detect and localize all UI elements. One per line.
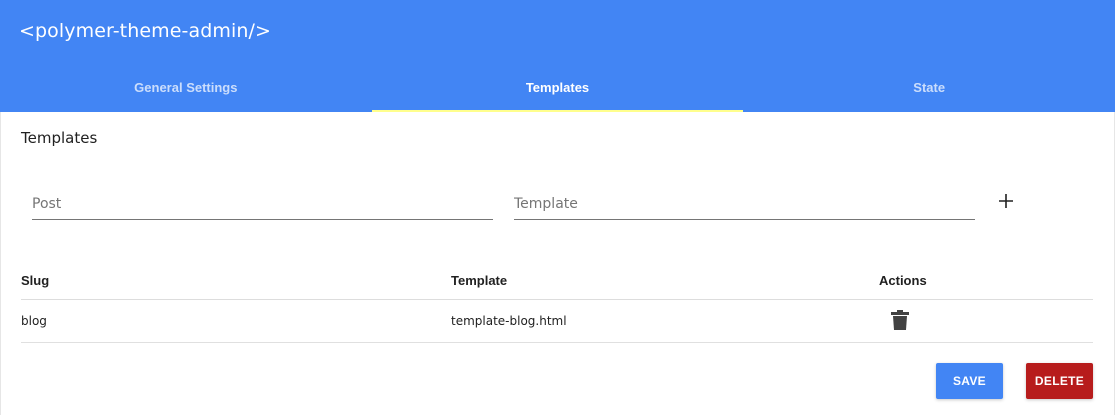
tab-bar: General Settings Templates State <box>0 62 1115 112</box>
column-header-actions: Actions <box>879 273 927 288</box>
trash-icon[interactable] <box>891 310 909 330</box>
templates-table: Slug Template Actions blog template-blog… <box>21 264 1093 343</box>
template-field <box>514 188 975 220</box>
post-input[interactable] <box>32 188 493 218</box>
delete-button[interactable]: DELETE <box>1026 363 1093 399</box>
column-header-template: Template <box>451 273 508 288</box>
section-title: Templates <box>21 129 98 147</box>
add-template-button[interactable] <box>990 185 1022 217</box>
row-slug: blog <box>21 314 47 328</box>
tab-state[interactable]: State <box>743 62 1115 112</box>
tab-templates-label: Templates <box>525 79 590 95</box>
tab-templates[interactable]: Templates <box>371 62 744 112</box>
row-template: template-blog.html <box>451 314 567 328</box>
column-header-slug: Slug <box>21 273 50 288</box>
template-input[interactable] <box>514 188 975 218</box>
table-header: Slug Template Actions <box>21 264 1093 300</box>
tab-general-settings[interactable]: General Settings <box>0 62 372 112</box>
post-field <box>32 188 493 220</box>
app-title: <polymer-theme-admin/> <box>19 20 272 42</box>
app-header: <polymer-theme-admin/> General Settings … <box>0 0 1115 112</box>
table-row: blog template-blog.html <box>21 300 1093 343</box>
save-button[interactable]: SAVE <box>936 363 1003 399</box>
plus-icon <box>999 194 1013 208</box>
